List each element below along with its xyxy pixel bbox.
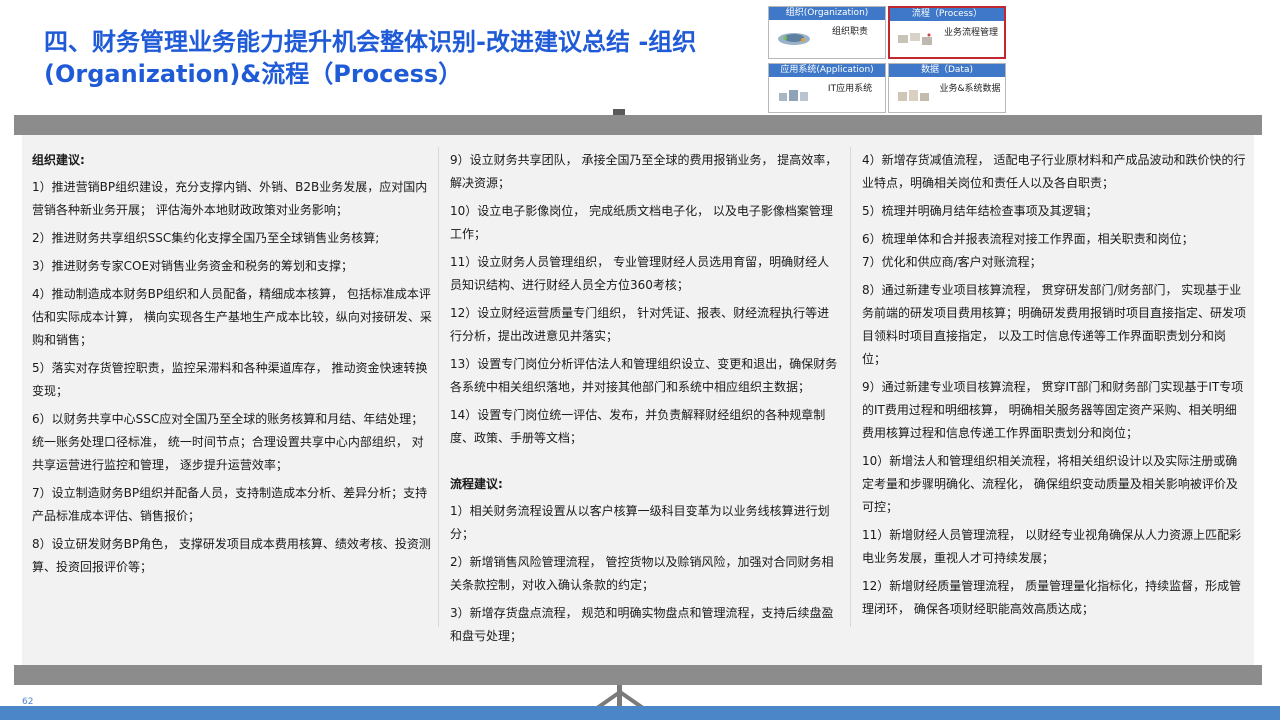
org-item: 9）设立财务共享团队， 承接全国乃至全球的费用报销业务， 提高效率，解决资源； — [450, 153, 838, 190]
org-item: 1）推进营销BP组织建设，充分支撑内销、外销、B2B业务发展，应对国内营销各种新… — [32, 180, 428, 217]
matrix-cell-data: 数据（Data) 业务&系统数据 — [888, 63, 1006, 113]
column-1: 组织建议: 1）推进营销BP组织建设，充分支撑内销、外销、B2B业务发展，应对国… — [32, 149, 432, 584]
org-item: 12）设立财经运营质量专门组织， 针对凭证、报表、财经流程执行等进行分析，提出改… — [450, 306, 830, 343]
process-item: 4）新增存货减值流程， 适配电子行业原材料和产成品波动和跌价快的行业特点，明确相… — [862, 153, 1246, 190]
org-item: 13）设置专门岗位分析评估法人和管理组织设立、变更和退出，确保财务各系统中相关组… — [450, 357, 838, 394]
application-thumbnail-icon — [779, 90, 808, 101]
process-item: 5）梳理并明确月结年结检查事项及其逻辑； — [862, 204, 1098, 218]
column-3: 4）新增存货减值流程， 适配电子行业原材料和产成品波动和跌价快的行业特点，明确相… — [862, 149, 1247, 626]
matrix-label-process: 业务流程管理 — [943, 28, 998, 38]
matrix-header-process: 流程（Process） — [890, 8, 1004, 21]
process-item: 8）通过新建专业项目核算流程， 贯穿研发部门/财务部门， 实现基于业务前端的研发… — [862, 283, 1247, 366]
board-bottom-rail — [14, 665, 1262, 685]
page-title: 四、财务管理业务能力提升机会整体识别-改进建议总结 -组织(Organizati… — [44, 28, 697, 88]
org-item: 5）落实对存货管控职责，监控呆滞料和各种渠道库存， 推动资金快速转换变现； — [32, 361, 428, 398]
process-item: 7）优化和供应商/客户对账流程； — [862, 255, 1042, 269]
org-item: 6）以财务共享中心SSC应对全国乃至全球的账务核算和月结、年结处理；统一账务处理… — [32, 412, 424, 472]
org-item: 11）设立财务人员管理组织， 专业管理财经人员选用育留，明确财经人员知识结构、进… — [450, 255, 830, 292]
matrix-label-organization: 组织职责 — [831, 27, 868, 37]
matrix-header-organization: 组织(Organization) — [769, 7, 885, 20]
org-item: 3）推进财务专家COE对销售业务资金和税务的筹划和支撑； — [32, 259, 354, 273]
page-number: 62 — [22, 697, 34, 707]
process-item: 11）新增财经人员管理流程， 以财经专业视角确保从人力资源上匹配彩电业务发展，重… — [862, 528, 1242, 565]
org-item: 14）设置专门岗位统一评估、发布，并负责解释财经组织的各种规章制度、政策、手册等… — [450, 408, 826, 445]
process-item: 10）新增法人和管理组织相关流程，将相关组织设计以及实际注册或确定考量和步骤明确… — [862, 454, 1238, 514]
data-thumbnail-icon — [898, 90, 929, 101]
board-top-rail — [14, 115, 1262, 135]
matrix-header-data: 数据（Data) — [889, 64, 1005, 77]
ope-matrix: 组织(Organization) 组织职责 流程（Process） 业务流程管理… — [766, 4, 1006, 113]
process-item: 9）通过新建专业项目核算流程， 贯穿IT部门和财务部门实现基于IT专项的IT费用… — [862, 380, 1244, 440]
org-item: 10）设立电子影像岗位， 完成纸质文档电子化， 以及电子影像档案管理工作； — [450, 204, 833, 241]
slide: 四、财务管理业务能力提升机会整体识别-改进建议总结 -组织(Organizati… — [0, 0, 1280, 720]
org-item: 4）推动制造成本财务BP组织和人员配备，精细成本核算， 包括标准成本评估和实际成… — [32, 287, 432, 347]
matrix-cell-process: 流程（Process） 业务流程管理 — [888, 6, 1006, 59]
process-item: 6）梳理单体和合并报表流程对接工作界面，相关职责和岗位； — [862, 232, 1194, 246]
process-heading: 流程建议: — [450, 477, 503, 491]
matrix-label-application: IT应用系统 — [827, 84, 873, 94]
org-heading: 组织建议: — [32, 153, 85, 167]
column-2: 9）设立财务共享团队， 承接全国乃至全球的费用报销业务， 提高效率，解决资源； … — [450, 149, 840, 653]
matrix-header-application: 应用系统(Application) — [769, 64, 885, 77]
process-item: 12）新增财经质量管理流程， 质量管理量化指标化，持续监督，形成管理闭环， 确保… — [862, 579, 1242, 616]
matrix-label-data: 业务&系统数据 — [939, 84, 1001, 94]
org-item: 7）设立制造财务BP组织并配备人员，支持制造成本分析、差异分析；支持产品标准成本… — [32, 486, 428, 523]
process-thumbnail-icon — [898, 33, 932, 45]
process-item: 2）新增销售风险管理流程， 管控货物以及赊销风险，加强对合同财务相关条款控制，对… — [450, 555, 834, 592]
org-item: 8）设立研发财务BP角色， 支撑研发项目成本费用核算、绩效考核、投资测算、投资回… — [32, 537, 431, 574]
footer-bar — [0, 706, 1280, 720]
matrix-cell-organization: 组织(Organization) 组织职责 — [768, 6, 886, 59]
organization-thumbnail-icon — [778, 33, 810, 45]
column-divider — [438, 147, 439, 627]
matrix-cell-application: 应用系统(Application) IT应用系统 — [768, 63, 886, 113]
column-divider — [850, 147, 851, 627]
org-item: 2）推进财务共享组织SSC集约化支撑全国乃至全球销售业务核算; — [32, 231, 380, 245]
process-item: 1）相关财务流程设置从以客户核算一级科目变革为以业务线核算进行划分； — [450, 504, 830, 541]
process-item: 3）新增存货盘点流程， 规范和明确实物盘点和管理流程，支持后续盘盈和盘亏处理； — [450, 606, 834, 643]
content-board: 组织建议: 1）推进营销BP组织建设，充分支撑内销、外销、B2B业务发展，应对国… — [22, 135, 1254, 665]
